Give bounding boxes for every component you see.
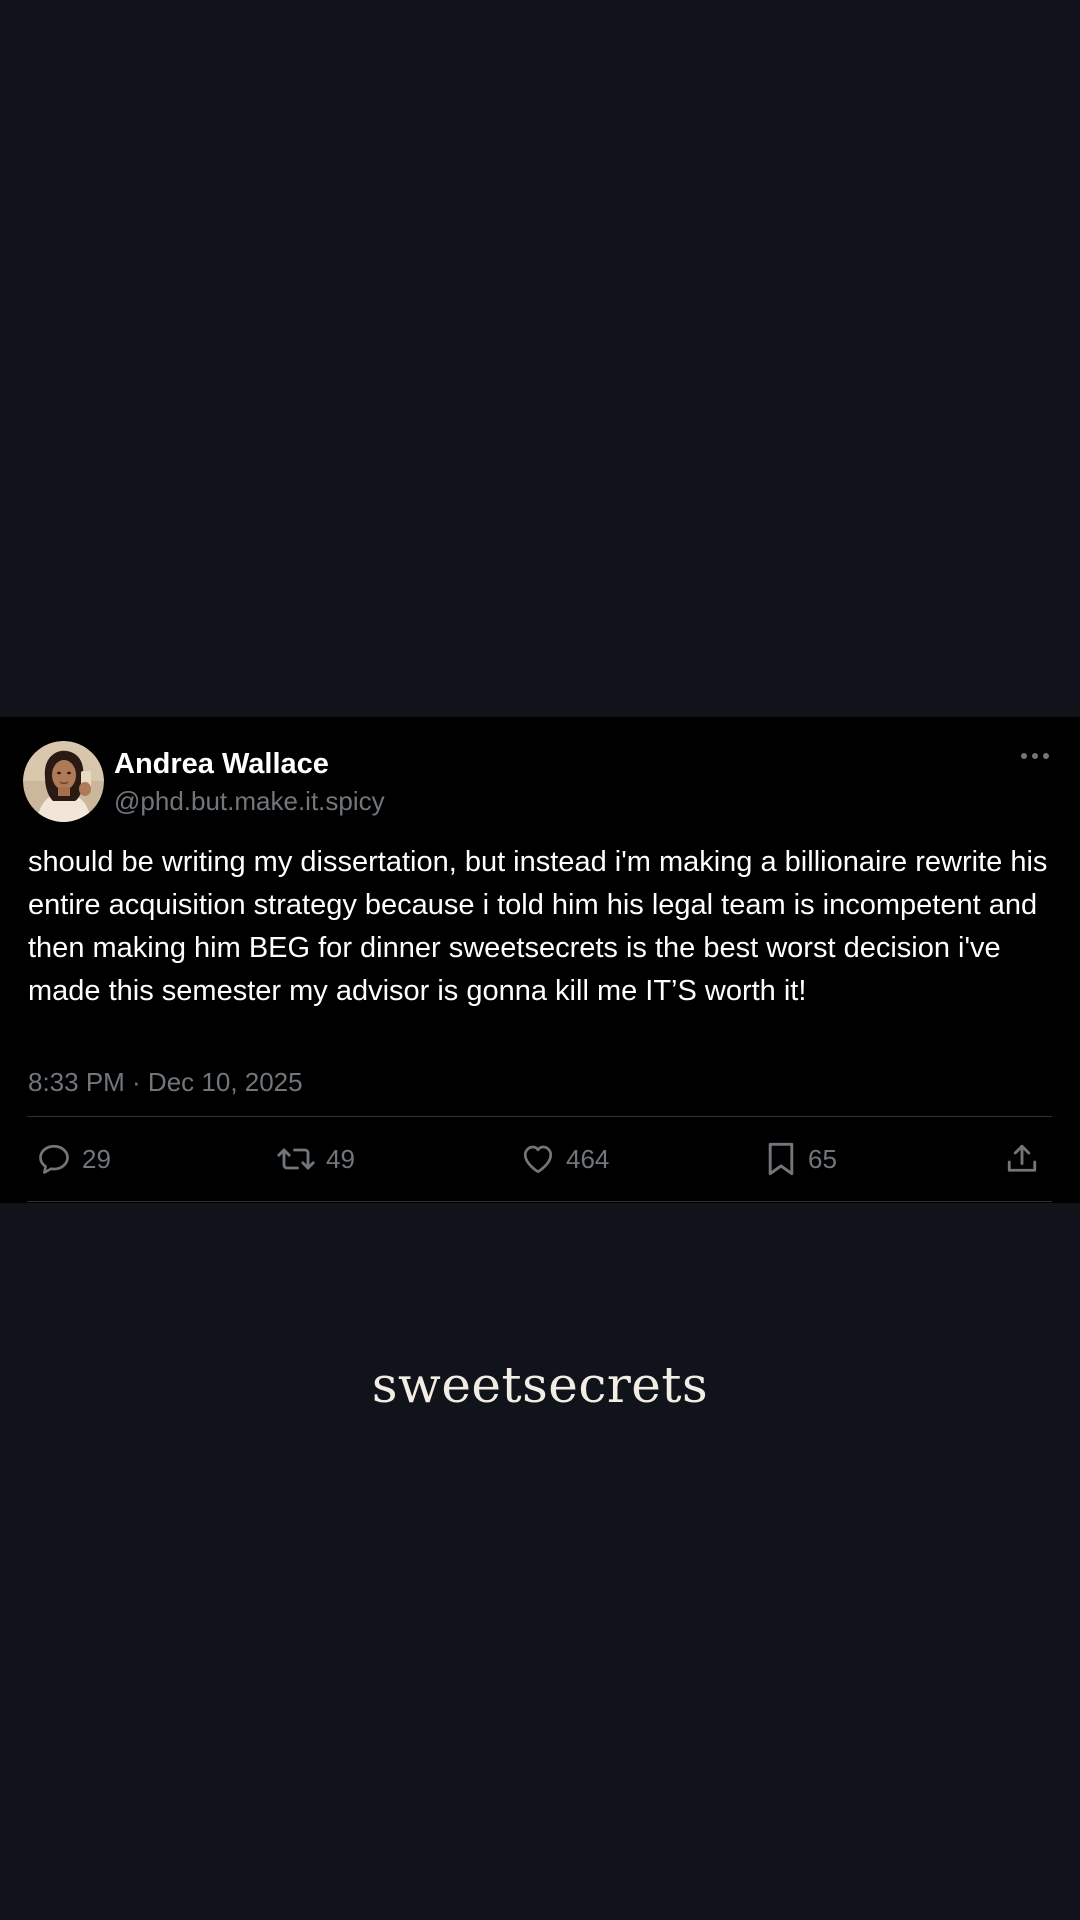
more-options-button[interactable] — [1016, 741, 1054, 771]
avatar[interactable] — [23, 741, 104, 822]
avatar-photo — [23, 741, 104, 822]
reply-icon — [39, 1144, 69, 1174]
like-count: 464 — [566, 1144, 610, 1174]
display-name[interactable]: Andrea Wallace — [114, 747, 329, 781]
more-horizontal-icon — [1021, 753, 1049, 759]
user-handle[interactable]: @phd.but.make.it.spicy — [114, 785, 385, 817]
bookmark-button[interactable]: 65 — [764, 1117, 837, 1201]
bookmark-count: 65 — [808, 1144, 837, 1174]
share-button[interactable] — [1004, 1117, 1040, 1201]
reply-count: 29 — [82, 1144, 111, 1174]
page: Andrea Wallace @phd.but.make.it.spicy sh… — [0, 0, 1080, 1920]
reply-button[interactable]: 29 — [36, 1117, 111, 1201]
divider — [27, 1201, 1052, 1202]
retweet-button[interactable]: 49 — [276, 1117, 355, 1201]
share-icon — [1007, 1144, 1037, 1172]
tweet-text: should be writing my dissertation, but i… — [28, 846, 1048, 1007]
tweet-timestamp[interactable]: 8:33 PM · Dec 10, 2025 — [28, 1066, 303, 1098]
action-bar: 29 49 464 65 — [0, 1117, 1080, 1201]
tweet-card: Andrea Wallace @phd.but.make.it.spicy sh… — [0, 717, 1080, 1203]
retweet-icon — [277, 1148, 315, 1170]
heart-icon — [523, 1145, 553, 1174]
retweet-count: 49 — [326, 1144, 355, 1174]
brand-wordmark: sweetsecrets — [371, 1356, 709, 1414]
like-button[interactable]: 464 — [520, 1117, 609, 1201]
bookmark-icon — [768, 1142, 794, 1176]
